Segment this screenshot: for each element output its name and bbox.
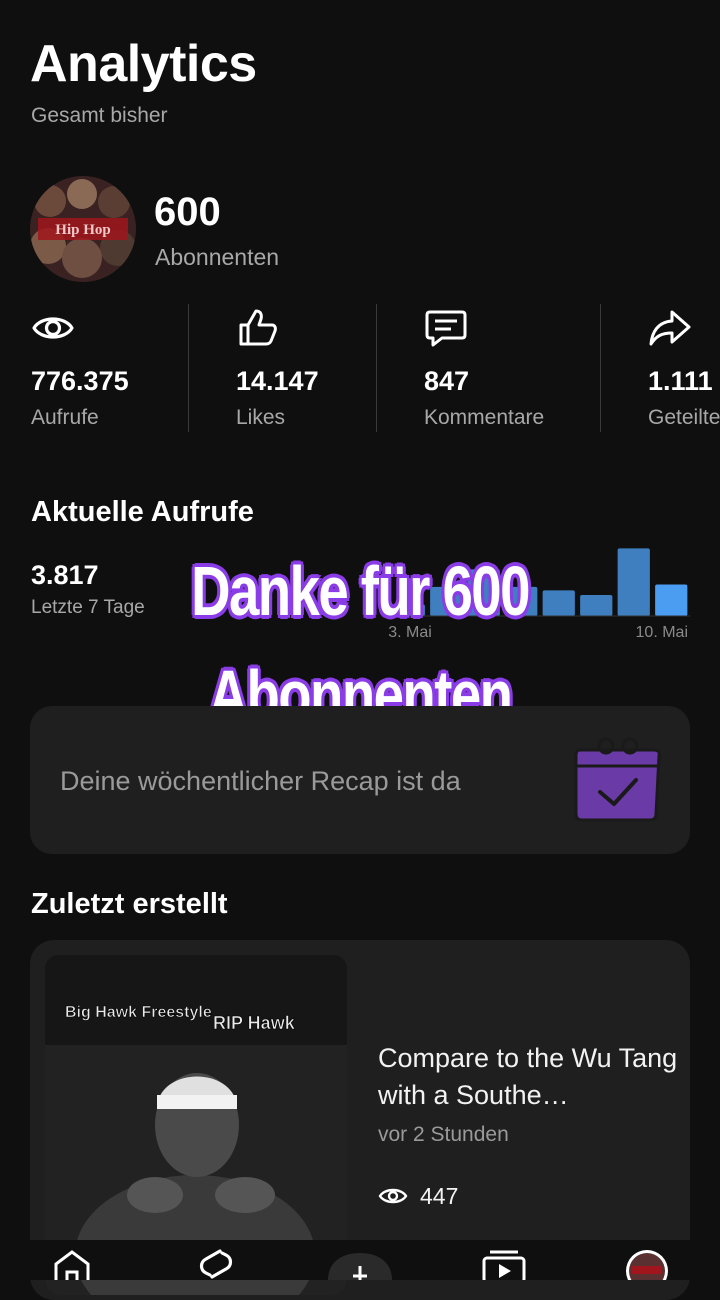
comment-icon	[425, 310, 467, 347]
recap-text: Deine wöchentlicher Recap ist da	[60, 766, 461, 796]
home-icon[interactable]	[50, 1250, 94, 1280]
channel-avatar[interactable]: Hip Hop	[30, 176, 136, 282]
eye-icon	[32, 317, 74, 339]
stat-views-value: 776.375	[31, 366, 129, 396]
subscriptions-icon[interactable]	[480, 1250, 528, 1280]
video-time: vor 2 Stunden	[378, 1123, 509, 1146]
stat-views-label: Aufrufe	[31, 406, 99, 429]
page-subtitle: Gesamt bisher	[31, 104, 168, 127]
video-title[interactable]: Compare to the Wu Tang with a Southe…	[378, 1040, 678, 1114]
chart-bar	[655, 584, 688, 616]
svg-text:Hip Hop: Hip Hop	[55, 222, 110, 238]
divider	[376, 304, 377, 432]
page-title: Analytics	[30, 35, 257, 93]
shorts-icon[interactable]	[194, 1248, 238, 1280]
subscriber-count: 600	[154, 190, 221, 234]
divider	[600, 304, 601, 432]
stat-comments-label: Kommentare	[424, 406, 545, 429]
stat-shares-label: Geteilte	[648, 406, 720, 429]
calendar-check-icon	[574, 737, 661, 822]
subscriber-label: Abonnenten	[155, 244, 280, 270]
stat-likes-label: Likes	[236, 406, 286, 429]
thumb-caption-2: RIP Hawk	[213, 1013, 296, 1033]
profile-avatar[interactable]	[624, 1248, 670, 1280]
stat-comments-value: 847	[424, 366, 470, 396]
thumb-caption-1: Big Hawk Freestyle	[65, 1004, 212, 1021]
stat-shares-value: 1.111	[648, 366, 713, 396]
thumbs-up-icon	[239, 309, 277, 346]
bottom-nav	[0, 1240, 720, 1280]
divider	[188, 304, 189, 432]
create-icon[interactable]	[326, 1252, 394, 1280]
recent-views-title: Aktuelle Aufrufe	[31, 496, 254, 528]
video-views: 447	[420, 1183, 459, 1209]
recent-created-title: Zuletzt erstellt	[31, 888, 228, 920]
stat-likes-value: 14.147	[236, 366, 319, 396]
chart-tick-label: 10. Mai	[636, 624, 688, 641]
eye-icon	[378, 1188, 408, 1204]
overlay-caption-line-1: Danke für 600	[191, 552, 530, 630]
share-icon	[649, 310, 691, 346]
